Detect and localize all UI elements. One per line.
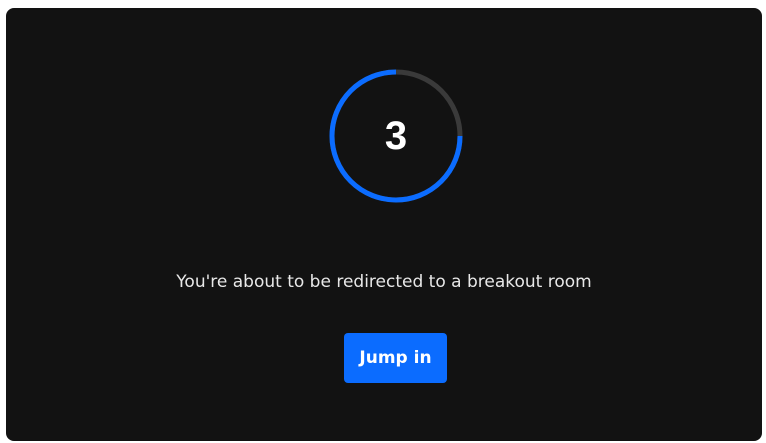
jump-in-button[interactable]: Jump in (344, 333, 447, 383)
breakout-redirect-dialog: 3 You're about to be redirected to a bre… (6, 8, 762, 441)
redirect-message: You're about to be redirected to a break… (176, 272, 592, 292)
countdown-number: 3 (384, 114, 408, 158)
countdown-timer: 3 (328, 68, 464, 204)
